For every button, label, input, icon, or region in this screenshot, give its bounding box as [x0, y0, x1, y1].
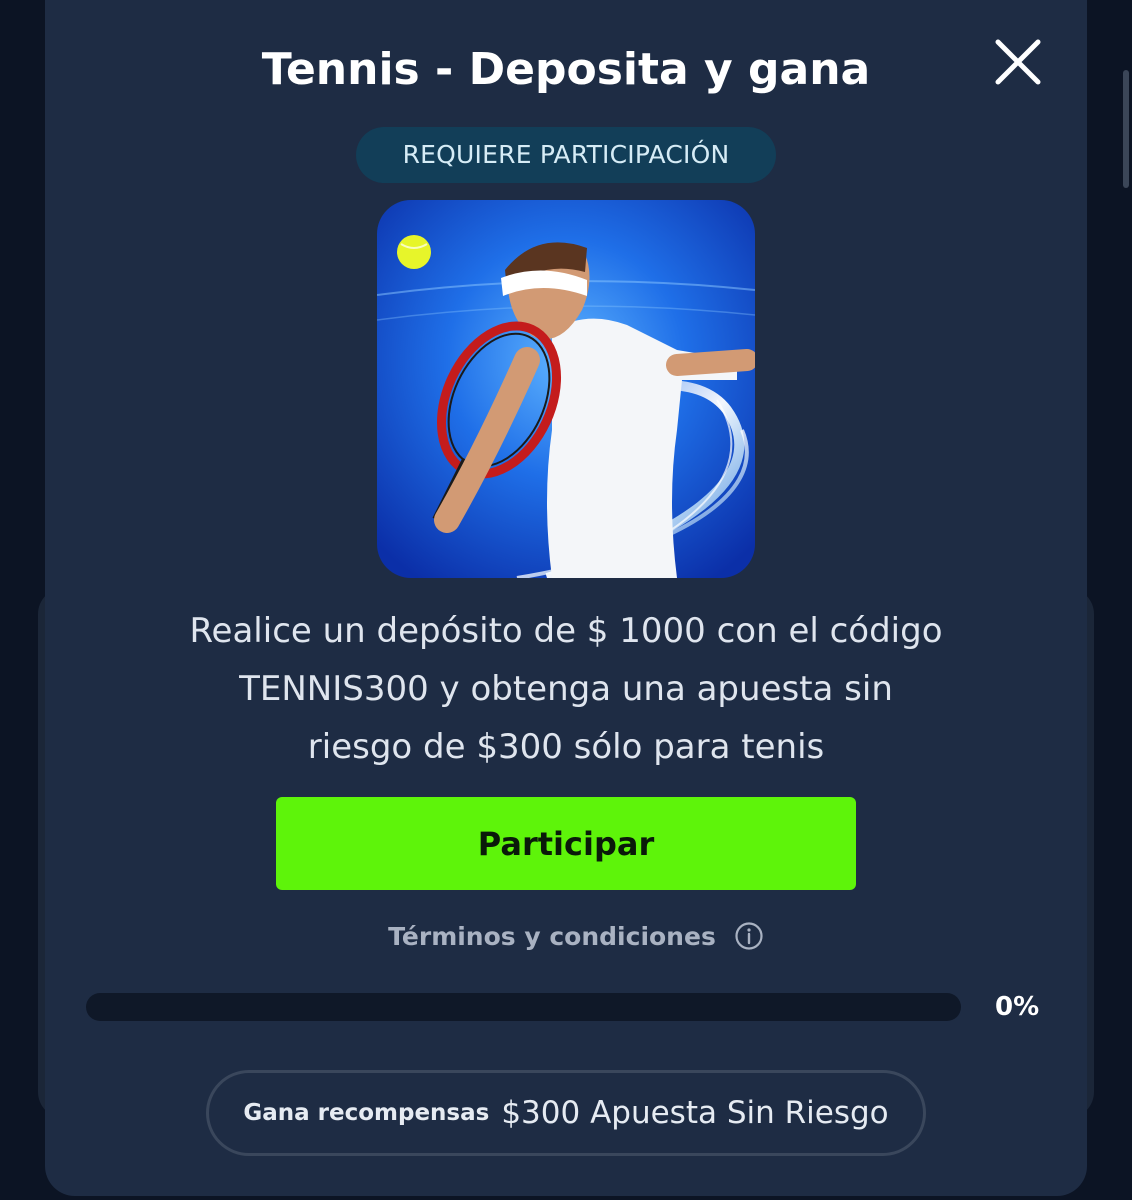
progress-bar — [86, 993, 961, 1021]
terms-link[interactable]: Términos y condiciones — [388, 922, 716, 951]
participate-button[interactable]: Participar — [276, 797, 856, 890]
progress-percent: 0% — [995, 992, 1040, 1022]
description-line: Realice un depósito de $ 1000 con el cód… — [189, 611, 943, 651]
promo-modal: Tennis - Deposita y gana REQUIERE PARTIC… — [45, 0, 1087, 1196]
close-icon — [995, 39, 1041, 85]
tennis-player-image — [377, 200, 755, 578]
reward-label: Gana recompensas — [243, 1100, 490, 1126]
description-line: TENNIS300 y obtenga una apuesta sin — [239, 669, 893, 709]
description-line: riesgo de $300 sólo para tenis — [307, 727, 825, 767]
close-button[interactable] — [990, 34, 1046, 90]
terms-row: Términos y condiciones — [45, 918, 1087, 954]
reward-value: $300 Apuesta Sin Riesgo — [501, 1095, 889, 1131]
participation-badge: REQUIERE PARTICIPACIÓN — [356, 127, 776, 183]
scrollbar-thumb[interactable] — [1123, 70, 1129, 188]
promo-description: Realice un depósito de $ 1000 con el cód… — [125, 602, 1007, 776]
modal-title: Tennis - Deposita y gana — [261, 44, 871, 95]
info-icon[interactable] — [734, 921, 764, 951]
reward-pill: Gana recompensas $300 Apuesta Sin Riesgo — [206, 1070, 926, 1156]
